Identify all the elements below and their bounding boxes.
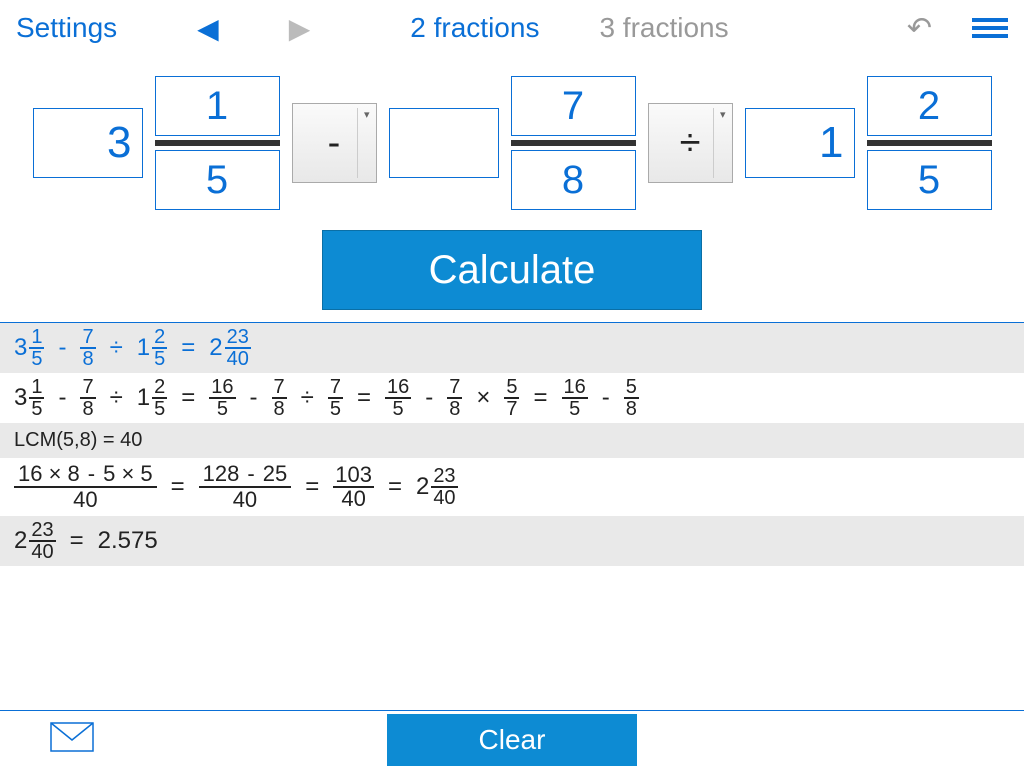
tab-3-fractions[interactable]: 3 fractions xyxy=(599,12,728,44)
operator-select-1[interactable]: - xyxy=(292,103,377,183)
result-line-4: 22340 = 2.575 xyxy=(0,516,1024,566)
calculate-row: Calculate xyxy=(0,230,1024,310)
fraction-bar xyxy=(155,140,280,146)
fraction-count-tabs: 2 fractions 3 fractions xyxy=(410,12,728,44)
numerator-input-3[interactable]: 2 xyxy=(867,76,992,136)
fraction-bar xyxy=(511,140,636,146)
denominator-input-3[interactable]: 5 xyxy=(867,150,992,210)
tab-2-fractions[interactable]: 2 fractions xyxy=(410,12,539,44)
header-bar: Settings ◀ ▶ 2 fractions 3 fractions ↶ xyxy=(0,0,1024,56)
undo-icon[interactable]: ↶ xyxy=(907,11,932,46)
results-area: 315 - 78 ÷ 125 = 22340 315 - 78 ÷ 125 = … xyxy=(0,323,1024,566)
denominator-input-1[interactable]: 5 xyxy=(155,150,280,210)
header-right: ↶ xyxy=(907,11,1008,46)
result-line-2: 315 - 78 ÷ 125 = 165 - 78 ÷ 75 = 165 - 7… xyxy=(0,373,1024,423)
operator-select-2[interactable]: ÷ xyxy=(648,103,733,183)
result-line-1: 315 - 78 ÷ 125 = 22340 xyxy=(0,323,1024,373)
numerator-input-2[interactable]: 7 xyxy=(511,76,636,136)
numerator-input-1[interactable]: 1 xyxy=(155,76,280,136)
mail-icon[interactable] xyxy=(50,722,94,757)
settings-button[interactable]: Settings xyxy=(16,12,117,44)
fraction-2: 7 8 xyxy=(511,76,636,210)
fraction-1: 1 5 xyxy=(155,76,280,210)
footer-bar: Clear xyxy=(0,710,1024,768)
menu-icon[interactable] xyxy=(972,18,1008,38)
fraction-input-row: 3 1 5 - 7 8 ÷ 1 2 5 xyxy=(0,76,1024,210)
prev-arrow-icon[interactable]: ◀ xyxy=(197,12,219,45)
result-line-3: 16 × 8-5 × 5 40 = 128-25 40 = 10340 = 22… xyxy=(0,458,1024,516)
nav-arrows: ◀ ▶ xyxy=(197,12,310,45)
calculate-button[interactable]: Calculate xyxy=(322,230,702,310)
whole-input-1[interactable]: 3 xyxy=(33,108,143,178)
lcm-line: LCM(5,8) = 40 xyxy=(0,423,1024,458)
fraction-bar xyxy=(867,140,992,146)
clear-button[interactable]: Clear xyxy=(387,714,637,766)
fraction-3: 2 5 xyxy=(867,76,992,210)
whole-input-2[interactable] xyxy=(389,108,499,178)
denominator-input-2[interactable]: 8 xyxy=(511,150,636,210)
whole-input-3[interactable]: 1 xyxy=(745,108,855,178)
next-arrow-icon: ▶ xyxy=(289,12,311,45)
